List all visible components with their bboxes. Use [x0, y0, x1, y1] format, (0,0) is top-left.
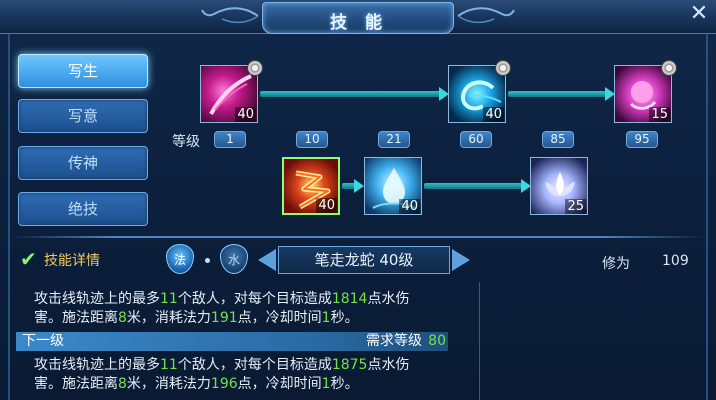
desc-text: 米，消耗法力 [126, 376, 211, 392]
skill-detail-title: 技能详情 [44, 253, 100, 269]
skill-level: 15 [649, 107, 670, 122]
title-ornament-left [201, 7, 259, 24]
banner-left-arrow-icon [258, 249, 276, 271]
title-ornament-right [457, 7, 515, 24]
skill-slot-3[interactable]: 15 [614, 60, 677, 123]
desc-text: 点，冷却时间 [237, 376, 322, 392]
tab-xiesheng[interactable]: 写生 [18, 54, 148, 88]
cultivation-label: 修为 [602, 256, 630, 272]
desc-text: 秒。 [330, 376, 359, 392]
desc-text: 害。施法距离 [34, 310, 118, 326]
required-level-value: 80 [428, 333, 446, 349]
level-marker: 95 [626, 131, 658, 148]
level-marker: 60 [460, 131, 492, 148]
desc-text: 攻击线轨迹上的最多 [34, 357, 160, 373]
tab-xieyi[interactable]: 写意 [18, 99, 148, 133]
skill-window: 技 能 ✕ 写生 写意 传神 绝技 40 40 15 40 40 25 等级 1… [0, 0, 716, 400]
desc-damage: 1875 [331, 357, 368, 373]
close-icon[interactable]: ✕ [684, 0, 714, 30]
title-bar: 技 能 ✕ [0, 0, 716, 34]
desc-range: 8 [118, 310, 127, 326]
level-marker: 10 [296, 131, 328, 148]
desc-text: 点水伤 [367, 291, 410, 307]
required-level-label: 需求等级 [366, 333, 422, 349]
desc-mana: 196 [210, 376, 238, 392]
section-divider [10, 236, 706, 238]
skill-level: 25 [565, 199, 586, 214]
upgrade-ring-icon [495, 60, 511, 76]
desc-mana: 191 [210, 310, 238, 326]
skill-level: 40 [316, 198, 337, 213]
level-marker: 21 [378, 131, 410, 148]
separator-dot [205, 258, 210, 263]
cultivation-value: 109 [662, 253, 689, 269]
desc-text: 个敌人，对每个目标造成 [177, 291, 332, 307]
connector-5-6 [424, 183, 522, 189]
next-level-bar: 下一级 需求等级 80 [16, 332, 448, 351]
desc-range: 8 [118, 376, 127, 392]
next-level-label: 下一级 [22, 333, 64, 349]
desc-text: 个敌人，对每个目标造成 [177, 357, 332, 373]
skill-level: 40 [235, 107, 256, 122]
desc-targets: 11 [160, 357, 178, 373]
connector-2-3 [508, 91, 606, 97]
tab-jueji[interactable]: 绝技 [18, 192, 148, 226]
tab-chuanshen[interactable]: 传神 [18, 146, 148, 180]
banner-right-arrow-icon [452, 249, 470, 271]
skill-name: 笔走龙蛇 40级 [278, 246, 450, 274]
skill-tree: 40 40 15 40 40 25 等级 1 10 21 60 85 95 [160, 50, 700, 230]
desc-text: 攻击线轨迹上的最多 [34, 291, 160, 307]
skill-detail-header: ✔ 技能详情 [20, 247, 100, 271]
upgrade-ring-icon [247, 60, 263, 76]
level-marker: 85 [542, 131, 574, 148]
current-level-description: 攻击线轨迹上的最多11个敌人，对每个目标造成1814点水伤 害。施法距离8米，消… [34, 290, 474, 328]
skill-slot-4-selected[interactable]: 40 [282, 157, 340, 215]
skill-level: 40 [399, 199, 420, 214]
desc-text: 米，消耗法力 [126, 310, 211, 326]
level-marker: 1 [214, 131, 246, 148]
desc-cooldown: 1 [321, 310, 331, 326]
desc-text: 秒。 [330, 310, 359, 326]
skill-slot-6[interactable]: 25 [530, 157, 588, 215]
next-level-description: 攻击线轨迹上的最多11个敌人，对每个目标造成1875点水伤 害。施法距离8米，消… [34, 356, 474, 394]
title-plaque: 技 能 [262, 2, 454, 34]
skill-slot-2[interactable]: 40 [448, 60, 511, 123]
upgrade-ring-icon [661, 60, 677, 76]
skill-level: 40 [483, 107, 504, 122]
checkmark-icon: ✔ [20, 247, 37, 271]
level-row-label: 等级 [172, 134, 200, 150]
skill-name-banner: 笔走龙蛇 40级 [258, 245, 470, 275]
skill-slot-1[interactable]: 40 [200, 60, 263, 123]
desc-targets: 11 [160, 291, 178, 307]
desc-text: 害。施法距离 [34, 376, 118, 392]
arrow-4-5 [354, 179, 364, 193]
desc-damage: 1814 [331, 291, 368, 307]
desc-text: 点，冷却时间 [237, 310, 322, 326]
desc-cooldown: 1 [321, 376, 331, 392]
connector-1-2 [260, 91, 440, 97]
desc-text: 点水伤 [367, 357, 410, 373]
skill-slot-5[interactable]: 40 [364, 157, 422, 215]
window-title: 技 能 [330, 13, 388, 33]
